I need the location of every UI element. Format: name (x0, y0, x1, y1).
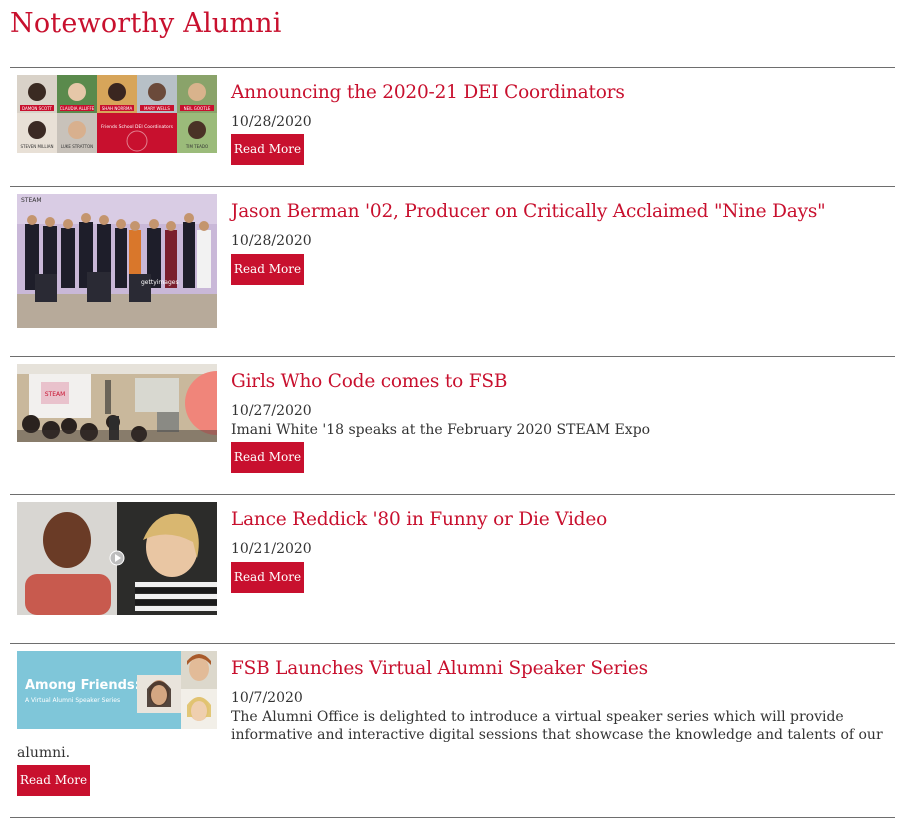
item-date: 10/21/2020 (231, 541, 312, 557)
thumb-label: gettyimages (141, 279, 179, 286)
thumb-label: NEIL GOOTLE (184, 106, 211, 111)
thumb-label: Friends School DEI Coordinators (101, 124, 174, 130)
item-title-link[interactable]: Girls Who Code comes to FSB (231, 371, 507, 392)
page-title: Noteworthy Alumni (10, 8, 282, 39)
read-more-button[interactable]: Read More (17, 765, 90, 796)
item-thumbnail-nine-days[interactable]: STEAM gettyimages (17, 194, 217, 328)
read-more-button[interactable]: Read More (231, 134, 304, 165)
item-title-link[interactable]: Lance Reddick '80 in Funny or Die Video (231, 509, 607, 530)
item-title-link[interactable]: Announcing the 2020-21 DEI Coordinators (231, 82, 625, 103)
read-more-button[interactable]: Read More (231, 254, 304, 285)
thumb-label: Among Friends: (25, 678, 140, 693)
read-more-button[interactable]: Read More (231, 442, 304, 473)
item-thumbnail-speaker-series[interactable]: Among Friends: A Virtual Alumni Speaker … (17, 651, 217, 729)
item-summary-line: alumni. (17, 745, 71, 761)
divider (10, 356, 895, 357)
read-more-button[interactable]: Read More (231, 562, 304, 593)
divider (10, 186, 895, 187)
item-summary-line: The Alumni Office is delighted to introd… (231, 709, 844, 725)
divider (10, 817, 895, 818)
item-thumbnail-dei-coordinators[interactable]: DAMON SCOTT CLAUDIA ALLIFFE SHAH NORRMA … (17, 75, 217, 153)
item-thumbnail-girls-who-code[interactable]: STEAM (17, 364, 217, 442)
item-summary: Imani White '18 speaks at the February 2… (231, 422, 651, 438)
item-date: 10/28/2020 (231, 114, 312, 130)
item-date: 10/7/2020 (231, 690, 303, 706)
thumb-label: TIM TEADO (185, 144, 208, 149)
item-date: 10/28/2020 (231, 233, 312, 249)
thumb-label: SHAH NORRMA (102, 106, 133, 111)
divider (10, 643, 895, 644)
item-thumbnail-funny-or-die[interactable] (17, 502, 217, 615)
thumb-label: DAMON SCOTT (22, 106, 52, 111)
divider (10, 67, 895, 68)
thumb-label: STEAM (21, 197, 42, 204)
thumb-label: STEAM (45, 391, 66, 398)
divider (10, 494, 895, 495)
item-summary-line: informative and interactive digital sess… (231, 727, 883, 743)
item-title-link[interactable]: Jason Berman '02, Producer on Critically… (231, 201, 826, 222)
thumb-label: CLAUDIA ALLIFFE (60, 106, 95, 111)
thumb-label: A Virtual Alumni Speaker Series (25, 697, 120, 704)
thumb-label: MARY WELLS (144, 106, 170, 111)
item-title-link[interactable]: FSB Launches Virtual Alumni Speaker Seri… (231, 658, 648, 679)
item-date: 10/27/2020 (231, 403, 312, 419)
thumb-label: STEVEN MILLIAN (20, 144, 53, 149)
thumb-label: LUKE STRATTON (61, 144, 93, 149)
